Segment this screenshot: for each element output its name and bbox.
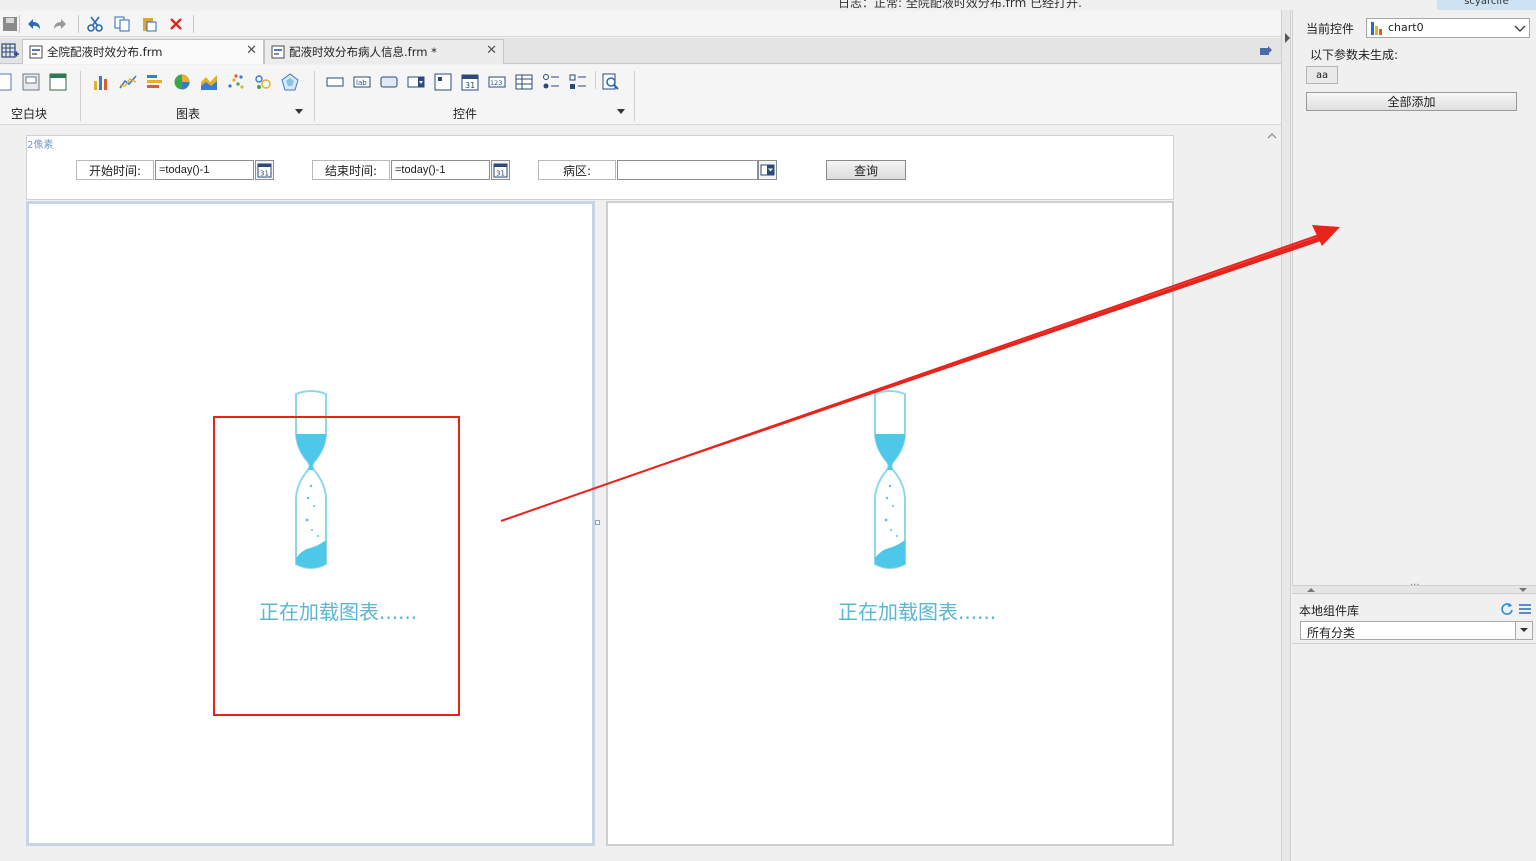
annotation-arrow bbox=[500, 225, 1340, 522]
